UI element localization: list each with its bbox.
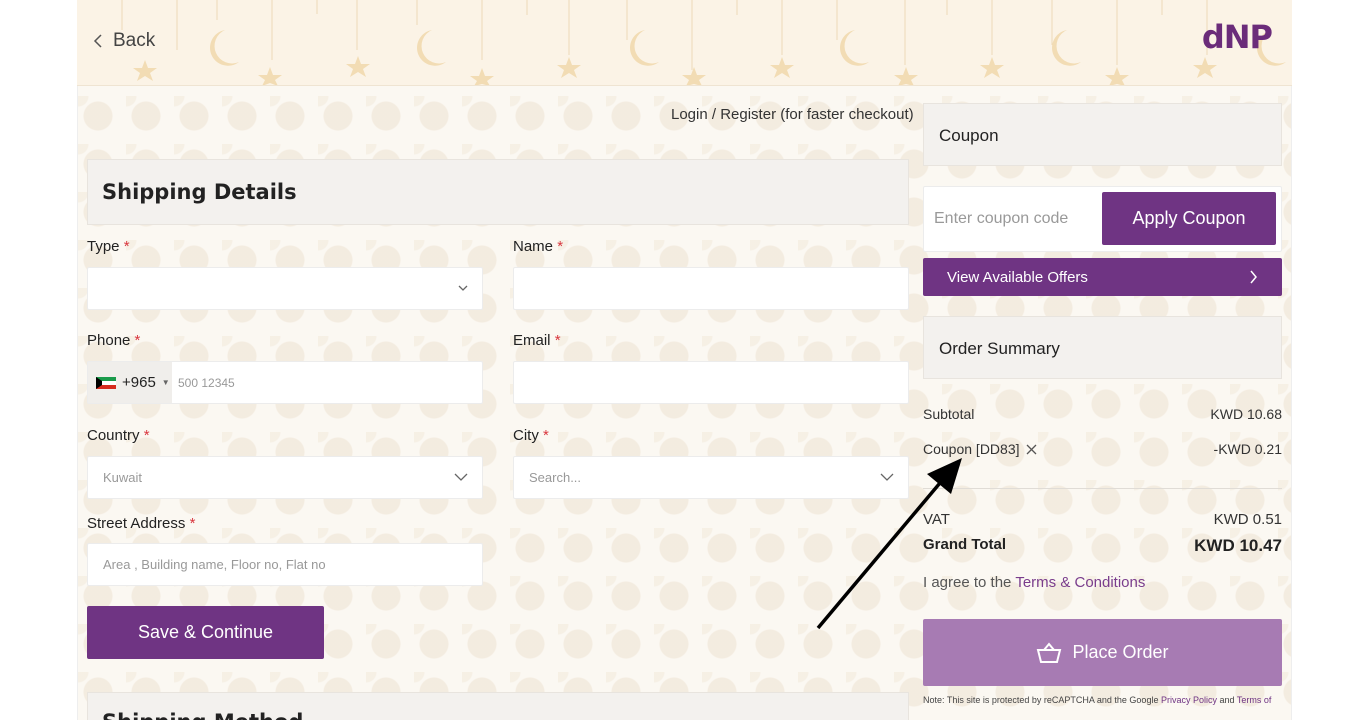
- note-and-text: and: [1219, 695, 1235, 705]
- shipping-method-title: Shipping Method: [102, 710, 894, 720]
- chevron-down-icon: [454, 473, 468, 481]
- kuwait-flag-icon: [96, 376, 116, 389]
- place-order-button[interactable]: Place Order: [923, 619, 1282, 686]
- caret-down-icon: ▼: [161, 378, 170, 387]
- note-text: Note: This site is protected by reCAPTCH…: [923, 695, 1159, 705]
- vat-label: VAT: [923, 511, 950, 528]
- vat-value: KWD 0.51: [1213, 511, 1282, 528]
- shipping-method-header: Shipping Method: [87, 692, 909, 720]
- country-value: Kuwait: [103, 470, 143, 485]
- coupon-code-input[interactable]: Enter coupon code: [924, 210, 1068, 228]
- type-label: Type *: [87, 238, 130, 255]
- street-address-placeholder: Area , Building name, Floor no, Flat no: [103, 557, 326, 572]
- apply-coupon-label: Apply Coupon: [1132, 208, 1246, 228]
- checkout-page: Back dNP Login / Register (for faster ch…: [0, 0, 1368, 720]
- grand-total-row: Grand Total KWD 10.47: [923, 536, 1282, 556]
- order-summary-header: Order Summary: [923, 316, 1282, 379]
- street-address-label: Street Address *: [87, 515, 196, 532]
- street-address-input[interactable]: Area , Building name, Floor no, Flat no: [87, 543, 483, 586]
- chevron-down-icon: [458, 285, 468, 291]
- back-label: Back: [113, 30, 156, 51]
- city-label: City *: [513, 427, 549, 444]
- city-select[interactable]: Search...: [513, 456, 909, 499]
- grand-total-label: Grand Total: [923, 536, 1007, 553]
- view-offers-button[interactable]: View Available Offers: [923, 258, 1282, 296]
- view-offers-label: View Available Offers: [947, 268, 1088, 286]
- subtotal-value: KWD 10.68: [1210, 406, 1282, 422]
- country-select[interactable]: Kuwait: [87, 456, 483, 499]
- login-register-link[interactable]: Login / Register (for faster checkout): [671, 106, 914, 123]
- coupon-discount-value: -KWD 0.21: [1213, 441, 1282, 457]
- shipping-details-header: Shipping Details: [87, 159, 909, 225]
- phone-placeholder: 500 12345: [178, 375, 235, 390]
- coupon-header: Coupon: [923, 103, 1282, 166]
- apply-coupon-button[interactable]: Apply Coupon: [1102, 192, 1276, 245]
- chevron-left-icon: [93, 34, 102, 48]
- country-code: +965: [122, 374, 156, 391]
- phone-input[interactable]: +965 ▼ 500 12345: [87, 361, 483, 404]
- city-placeholder: Search...: [529, 470, 582, 485]
- order-summary-title: Order Summary: [939, 339, 1060, 358]
- email-input[interactable]: [513, 361, 909, 404]
- coupon-title: Coupon: [939, 126, 999, 145]
- header-banner: Back dNP: [77, 0, 1292, 86]
- ramadan-decoration: [121, 0, 1286, 85]
- place-order-label: Place Order: [1072, 642, 1169, 662]
- basket-icon: [1037, 641, 1062, 663]
- brand-logo[interactable]: dNP: [1201, 18, 1273, 56]
- agree-text: I agree to the: [923, 574, 1012, 591]
- country-label: Country *: [87, 427, 150, 444]
- remove-coupon-icon[interactable]: [1026, 444, 1037, 455]
- coupon-row: Coupon [DD83] -KWD 0.21: [923, 441, 1282, 457]
- save-continue-button[interactable]: Save & Continue: [87, 606, 324, 659]
- shipping-details-title: Shipping Details: [102, 180, 297, 204]
- back-button[interactable]: Back: [93, 30, 155, 52]
- terms-of-link[interactable]: Terms of: [1237, 695, 1272, 705]
- type-select[interactable]: [87, 267, 483, 310]
- country-code-selector[interactable]: +965 ▼: [88, 362, 172, 403]
- vat-row: VAT KWD 0.51: [923, 511, 1282, 528]
- logo-text: dNP: [1201, 18, 1273, 56]
- subtotal-label: Subtotal: [923, 406, 975, 422]
- chevron-down-icon: [880, 473, 894, 481]
- recaptcha-note: Note: This site is protected by reCAPTCH…: [923, 695, 1283, 705]
- save-continue-label: Save & Continue: [137, 622, 274, 642]
- chevron-right-icon: [1250, 270, 1257, 284]
- subtotal-row: Subtotal KWD 10.68: [923, 406, 1282, 422]
- terms-agreement: I agree to the Terms & Conditions: [923, 574, 1145, 591]
- email-label: Email *: [513, 332, 561, 349]
- summary-divider: [923, 488, 1282, 489]
- privacy-policy-link[interactable]: Privacy Policy: [1161, 695, 1217, 705]
- terms-link[interactable]: Terms & Conditions: [1015, 574, 1145, 591]
- name-input[interactable]: [513, 267, 909, 310]
- name-label: Name *: [513, 238, 564, 255]
- applied-coupon-label: Coupon [DD83]: [923, 441, 1020, 457]
- phone-label: Phone *: [87, 332, 141, 349]
- grand-total-value: KWD 10.47: [1194, 536, 1282, 555]
